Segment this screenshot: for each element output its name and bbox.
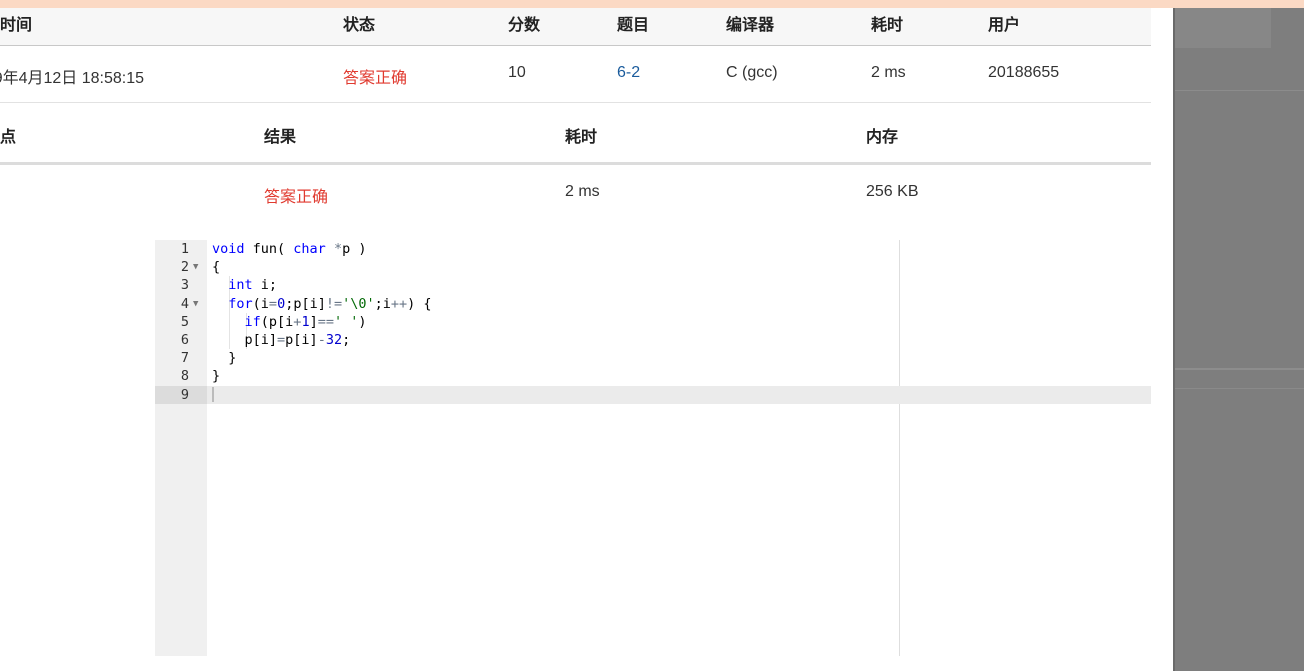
code-token: for [228,295,253,312]
code-editor[interactable]: 1 void fun( char *p ) 2 ▼ { 3 int i; 4 ▼… [155,240,1151,656]
status-badge: 答案正确 [343,70,408,87]
code-text: { [212,259,221,276]
header-problem: 题目 [617,17,650,34]
code-token: = [268,295,278,312]
fold-arrow-icon[interactable]: ▼ [193,295,198,313]
code-line[interactable]: 4 ▼ for(i=0;p[i]!='\0';i++) { [155,295,1151,313]
duration-value: 2 ms [871,64,906,81]
line-number: 9 [180,386,189,403]
line-number: 1 [180,241,189,257]
header-result: 结果 [264,129,297,146]
code-line[interactable]: 5 if(p[i+1]==' ') [155,313,1151,331]
code-token: = [277,331,286,348]
code-token: 1 [301,313,310,330]
code-token: - [317,331,326,348]
code-text: } [212,368,221,385]
code-text: for(i=0;p[i]!='\0';i++) { [228,295,432,312]
code-token: != [325,295,343,312]
fold-arrow-icon[interactable]: ▼ [193,258,198,276]
testcase-duration: 2 ms [565,183,600,200]
line-number: 7 [180,350,189,367]
submit-time: 2019年4月12日 18:58:15 [0,70,145,87]
line-number: 4 [180,295,189,312]
testcase-row: 0 答案正确 2 ms 256 KB [0,165,1151,219]
testcase-result: 答案正确 [264,189,329,206]
header-testcase: 测试点 [0,129,17,146]
code-text: int i; [228,277,278,294]
code-line[interactable]: 3 int i; [155,276,1151,294]
score-value: 10 [508,64,526,81]
side-overlay [1173,8,1304,671]
code-text: if(p[i+1]==' ') [244,313,367,330]
code-text [212,386,214,404]
header-status: 状态 [343,17,376,34]
submission-table-header: 提交时间 状态 分数 题目 编译器 耗时 用户 [0,8,1151,46]
code-token: void [212,241,245,257]
code-token: == [317,313,334,330]
code-lines[interactable]: 1 void fun( char *p ) 2 ▼ { 3 int i; 4 ▼… [155,240,1151,404]
testcase-memory: 256 KB [866,183,919,200]
code-text: void fun( char *p ) [212,241,367,257]
overlay-divider [1175,388,1304,389]
code-token: ++ [390,295,408,312]
line-number: 5 [180,313,189,330]
overlay-divider [1175,90,1304,91]
code-token: char [293,241,326,257]
line-number: 8 [180,368,189,385]
header-duration: 耗时 [871,17,904,34]
code-text: } [212,350,237,367]
user-value: 20188655 [988,64,1060,81]
header-compiler: 编译器 [726,17,775,34]
line-number: 6 [180,331,189,348]
compiler-value: C (gcc) [726,64,778,81]
overlay-divider [1175,368,1304,370]
header-user: 用户 [988,17,1021,34]
problem-link[interactable]: 6-2 [617,64,640,82]
line-number: 2 [180,259,189,276]
top-strip [0,0,1304,8]
code-token: 0 [277,295,286,312]
code-line[interactable]: 1 void fun( char *p ) [155,240,1151,258]
header-submit-time: 提交时间 [0,17,33,34]
code-line-active[interactable]: 9 [155,385,1151,404]
code-token: if [244,313,261,330]
code-line[interactable]: 8 } [155,367,1151,385]
text-cursor [212,387,214,402]
code-text: p[i]=p[i]-32; [212,331,351,348]
testcase-table-header: 测试点 结果 耗时 内存 [0,103,1151,165]
code-line[interactable]: 7 } [155,349,1151,367]
header-memory: 内存 [866,129,899,146]
header-score: 分数 [508,17,541,34]
submission-row: 2019年4月12日 18:58:15 答案正确 10 6-2 C (gcc) … [0,46,1151,103]
code-line[interactable]: 6 p[i]=p[i]-32; [155,331,1151,349]
code-token: * [333,241,343,257]
code-line[interactable]: 2 ▼ { [155,258,1151,276]
code-token: 32 [325,331,343,348]
line-number: 3 [180,277,189,294]
overlay-block [1175,8,1271,48]
code-token: ' ' [333,313,359,330]
code-token: '\0' [342,295,375,312]
submission-detail-panel: 提交时间 状态 分数 题目 编译器 耗时 用户 2019年4月12日 18:58… [0,8,1173,671]
code-token: int [228,277,253,294]
header-case-duration: 耗时 [565,129,598,146]
